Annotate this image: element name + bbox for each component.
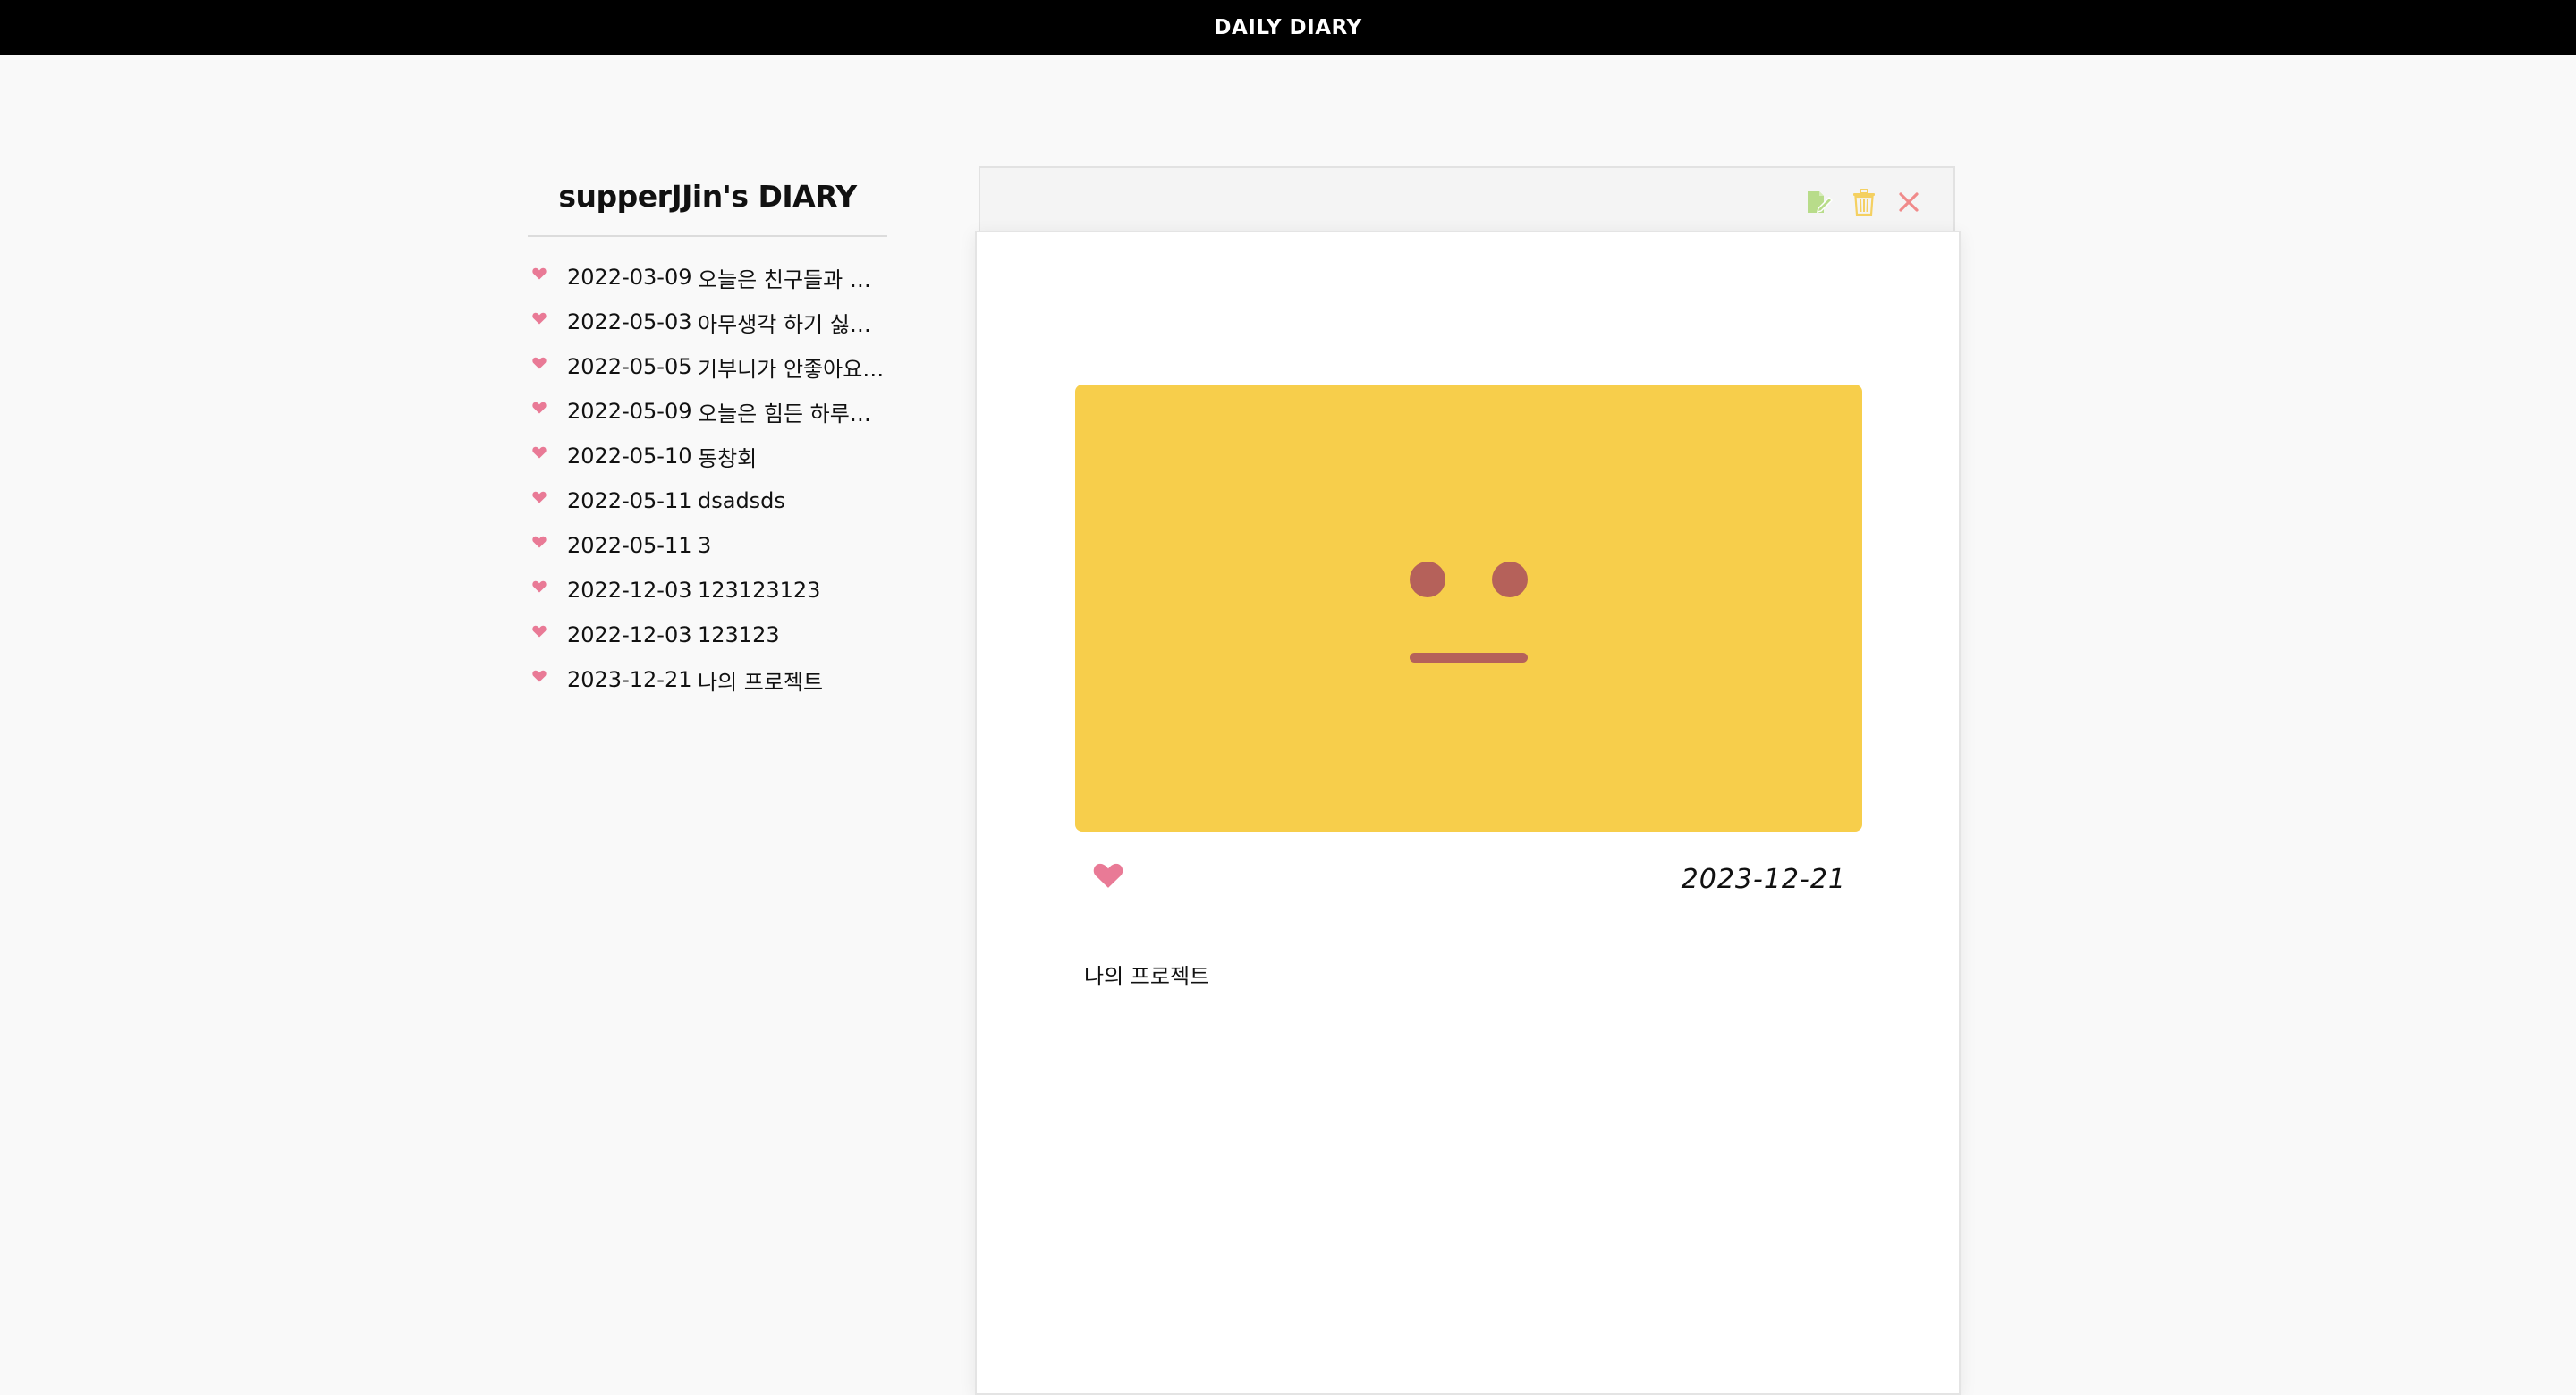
entry-title: 나의 프로젝트 bbox=[698, 669, 824, 695]
diary-entry-item[interactable]: 2022-12-03 123123 bbox=[528, 613, 887, 657]
entry-title: 123123123 bbox=[698, 578, 821, 603]
entry-date: 2022-05-11 bbox=[567, 488, 692, 513]
entry-date: 2022-05-10 bbox=[567, 444, 692, 469]
entry-date: 2022-05-11 bbox=[567, 533, 692, 558]
diary-entry-item[interactable]: 2022-05-05 기부니가 안좋아요 … bbox=[528, 344, 887, 389]
entry-title: 기부니가 안좋아요 … bbox=[698, 356, 887, 382]
heart-icon bbox=[528, 491, 567, 507]
heart-icon bbox=[528, 536, 567, 552]
entry-content: 나의 프로젝트 bbox=[1084, 964, 1210, 989]
diary-entry-item[interactable]: 2022-12-03 123123123 bbox=[528, 568, 887, 613]
entry-title: 동창회 bbox=[698, 445, 758, 471]
heart-icon bbox=[528, 446, 567, 462]
app-title: DAILY DIARY bbox=[1214, 16, 1362, 39]
diary-entry-item[interactable]: 2022-05-10 동창회 bbox=[528, 434, 887, 478]
diary-entry-item[interactable]: 2023-12-21 나의 프로젝트 bbox=[528, 657, 887, 702]
heart-icon bbox=[528, 580, 567, 596]
diary-detail-card: 2023-12-21 나의 프로젝트 bbox=[975, 231, 1961, 1395]
mood-panel bbox=[1075, 385, 1862, 832]
entry-title: 오늘은 힘든 하루였… bbox=[698, 401, 887, 427]
delete-button[interactable] bbox=[1850, 188, 1878, 216]
entry-title: 123123 bbox=[698, 622, 780, 647]
heart-icon bbox=[528, 670, 567, 686]
top-bar: DAILY DIARY bbox=[0, 0, 2576, 55]
heart-icon bbox=[528, 267, 567, 283]
sidebar-title: supperJJin's DIARY bbox=[528, 179, 887, 237]
entry-date: 2022-05-03 bbox=[567, 309, 692, 334]
neutral-face-icon bbox=[1410, 562, 1528, 663]
heart-icon bbox=[528, 402, 567, 418]
edit-button[interactable] bbox=[1805, 188, 1834, 216]
diary-entry-item[interactable]: 2022-05-09 오늘은 힘든 하루였… bbox=[528, 389, 887, 434]
entry-date: 2022-12-03 bbox=[567, 622, 692, 647]
entry-list: 2022-03-09 오늘은 친구들과 함께 2022-05-03 아무생각 하… bbox=[528, 255, 887, 702]
entry-date: 2023-12-21 bbox=[567, 667, 692, 692]
card-actions bbox=[1805, 188, 1923, 216]
entry-date: 2022-03-09 bbox=[567, 265, 692, 290]
heart-icon bbox=[528, 312, 567, 328]
detail-card-header bbox=[979, 166, 1955, 232]
diary-entry-item[interactable]: 2022-05-11 dsadsds bbox=[528, 478, 887, 523]
heart-icon bbox=[528, 625, 567, 641]
entry-title: 3 bbox=[698, 533, 712, 558]
close-icon bbox=[1899, 192, 1919, 212]
entry-date: 2022-05-09 bbox=[567, 399, 692, 424]
diary-entry-item[interactable]: 2022-03-09 오늘은 친구들과 함께 bbox=[528, 255, 887, 300]
entry-date: 2022-12-03 bbox=[567, 578, 692, 603]
heart-icon[interactable] bbox=[1093, 862, 1123, 889]
edit-icon bbox=[1808, 191, 1833, 214]
trash-icon bbox=[1853, 189, 1875, 216]
diary-entry-item[interactable]: 2022-05-03 아무생각 하기 싫어… bbox=[528, 300, 887, 344]
entry-title: 오늘은 친구들과 함께 bbox=[698, 266, 887, 292]
entry-title: dsadsds bbox=[698, 488, 785, 513]
entry-meta: 2023-12-21 bbox=[1075, 858, 1862, 903]
entry-title: 아무생각 하기 싫어… bbox=[698, 311, 887, 337]
diary-sidebar: supperJJin's DIARY 2022-03-09 오늘은 친구들과 함… bbox=[528, 179, 887, 702]
diary-entry-item[interactable]: 2022-05-11 3 bbox=[528, 523, 887, 568]
heart-icon bbox=[528, 357, 567, 373]
entry-date: 2022-05-05 bbox=[567, 354, 692, 379]
close-button[interactable] bbox=[1894, 188, 1923, 216]
entry-date: 2023-12-21 bbox=[1681, 864, 1846, 895]
